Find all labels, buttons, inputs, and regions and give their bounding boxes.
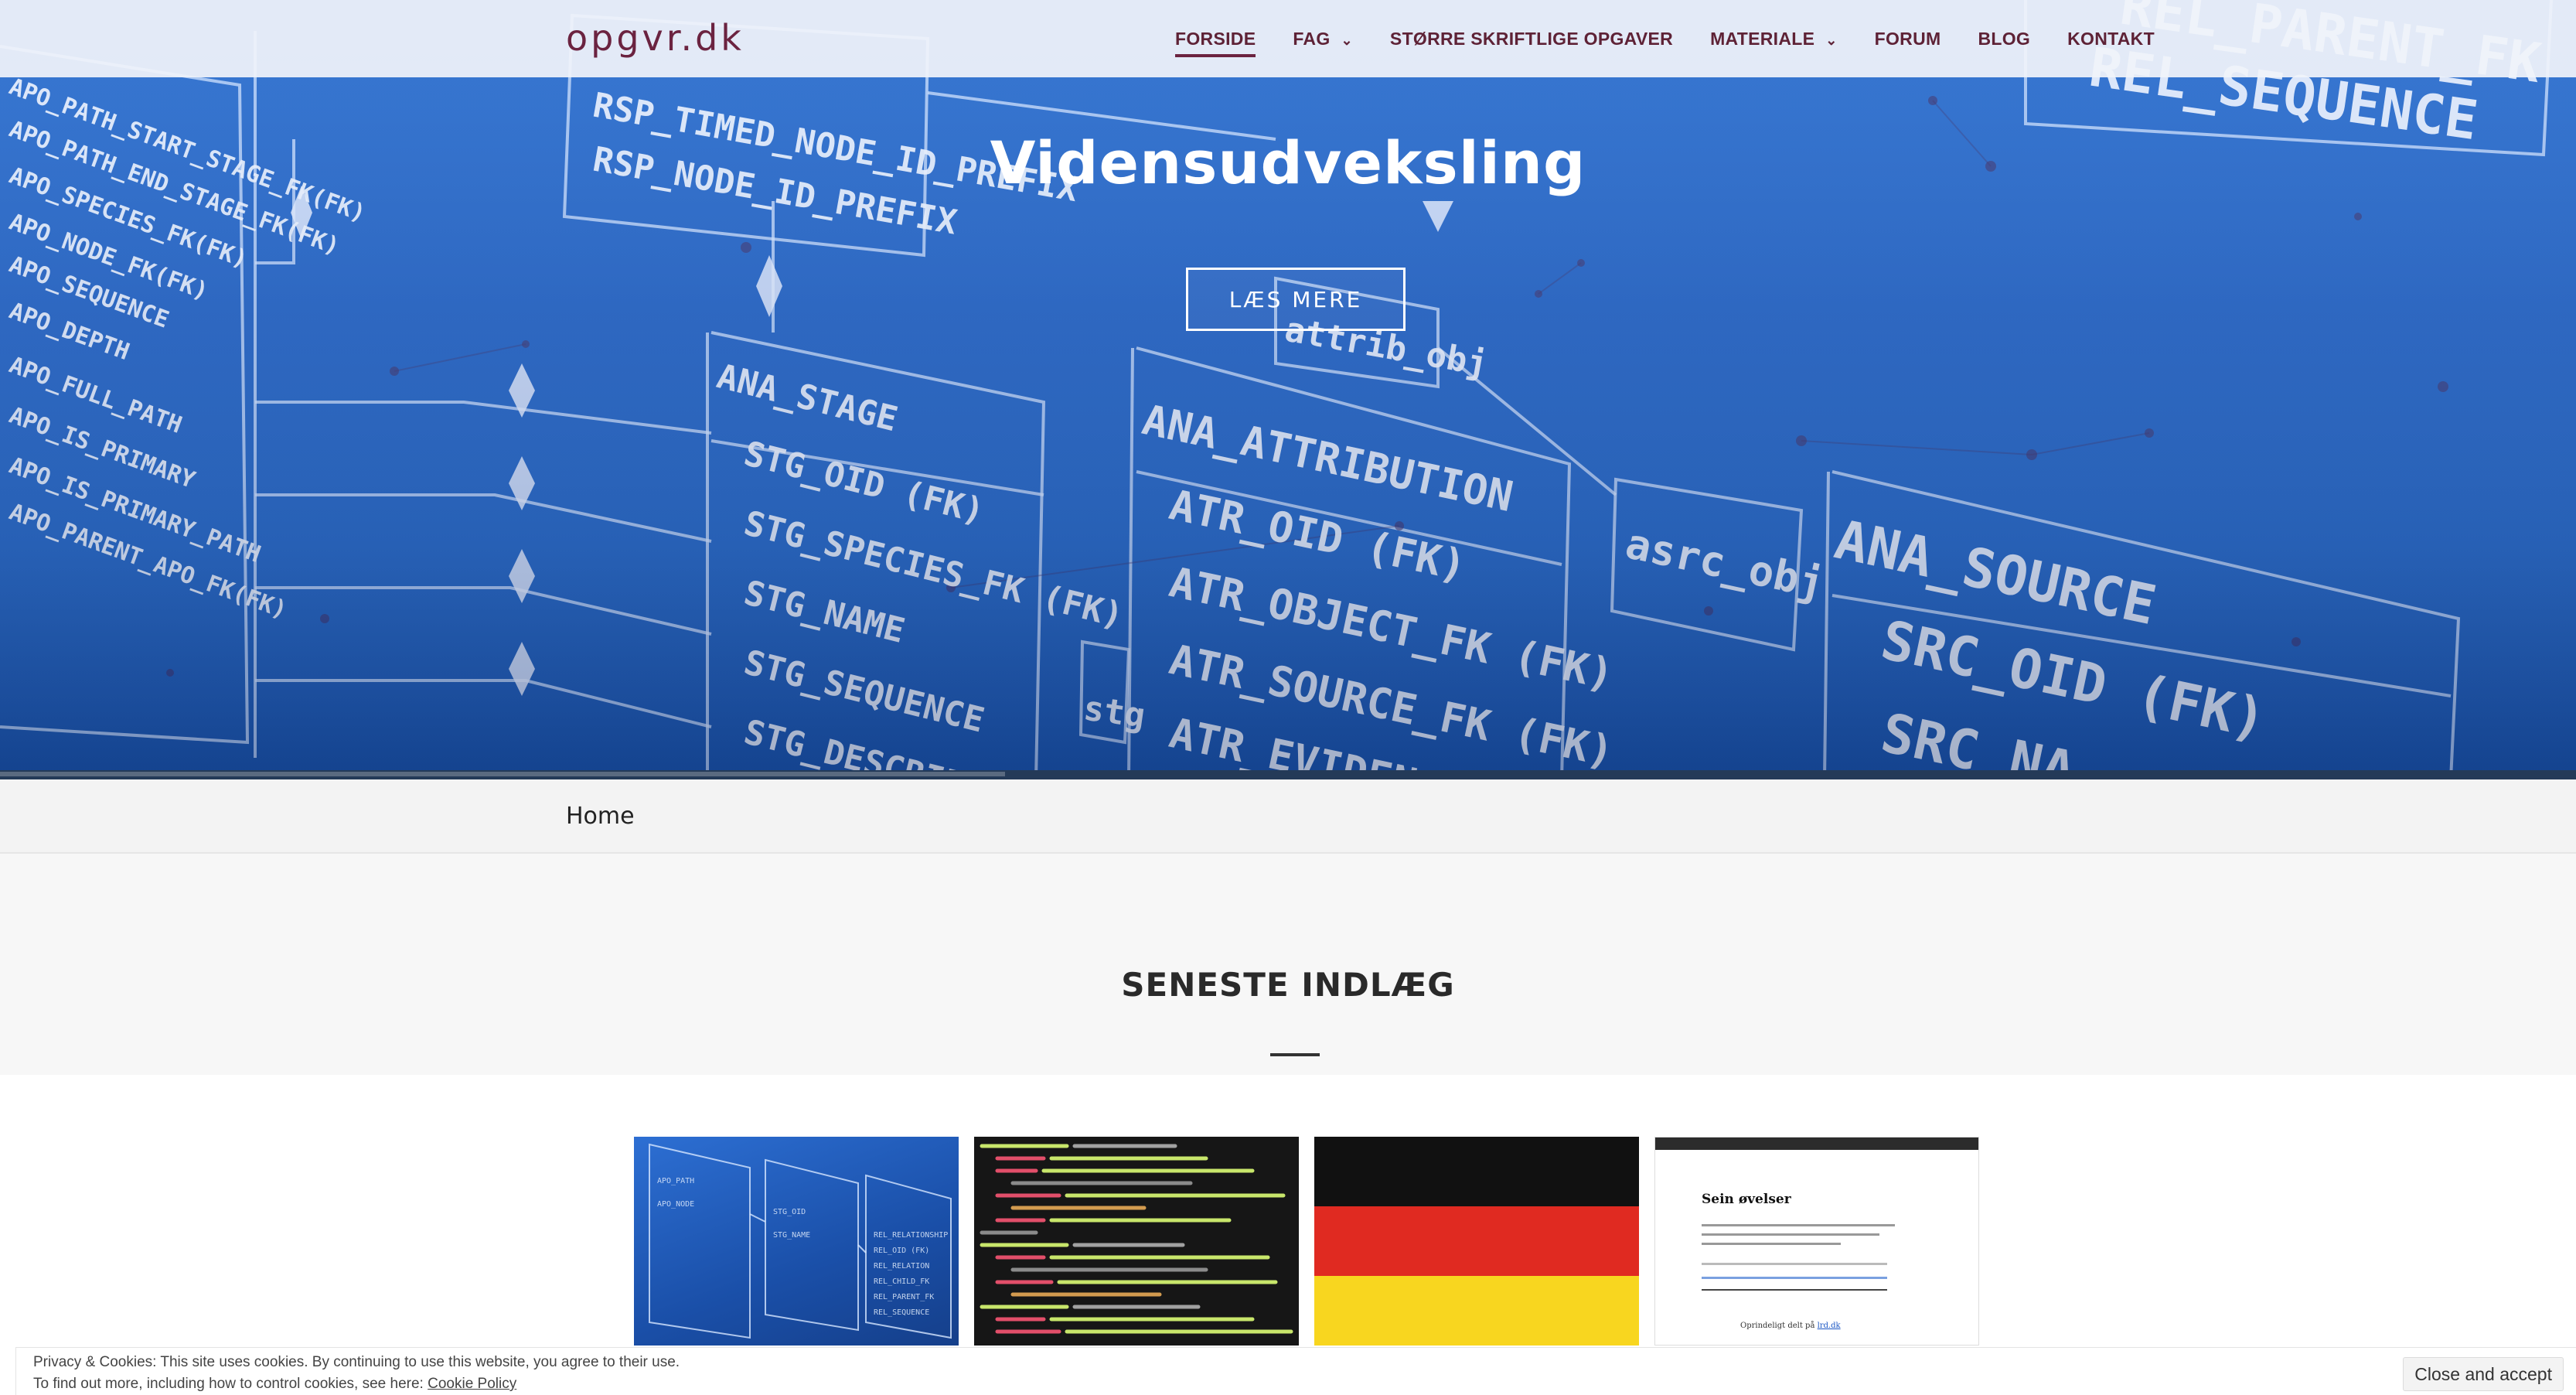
nav-item-materiale[interactable]: MATERIALE ⌄ bbox=[1710, 0, 1838, 77]
main-navigation: FORSIDE FAG ⌄ STØRRE SKRIFTLIGE OPGAVER … bbox=[1175, 0, 2192, 77]
section-divider bbox=[1270, 1053, 1320, 1056]
latest-posts-header: SENESTE INDLÆG bbox=[0, 854, 2576, 1075]
document-caption: Oprindeligt delt på lrd.dk bbox=[1740, 1322, 1841, 1330]
document-caption-link[interactable]: lrd.dk bbox=[1818, 1322, 1841, 1330]
nav-item-forum[interactable]: FORUM bbox=[1875, 0, 1941, 77]
code-screenshot-image bbox=[980, 1144, 1293, 1334]
document-toolbar bbox=[1655, 1137, 1978, 1150]
hero-title: Vidensudveksling bbox=[990, 128, 1586, 197]
svg-text:REL_PARENT_FK: REL_PARENT_FK bbox=[874, 1293, 934, 1301]
site-logo-title[interactable]: opgvr.dk bbox=[566, 17, 745, 59]
read-more-button[interactable]: LÆS MERE bbox=[1186, 268, 1406, 331]
nav-item-kontakt[interactable]: KONTAKT bbox=[2067, 0, 2155, 77]
document-text-line bbox=[1702, 1263, 1887, 1265]
hero-banner: APO_PATH_START_STAGE_FK(FK) APO_PATH_END… bbox=[0, 0, 2576, 779]
nav-item-fag[interactable]: FAG ⌄ bbox=[1293, 0, 1353, 77]
database-diagram-image: REL_RELATIONSHIP REL_OID (FK) REL_RELATIO… bbox=[649, 1143, 952, 1339]
breadcrumb-home[interactable]: Home bbox=[566, 803, 635, 830]
nav-label: MATERIALE bbox=[1710, 28, 1815, 49]
document-text-line bbox=[1702, 1224, 1895, 1226]
cookie-policy-link[interactable]: Cookie Policy bbox=[428, 1376, 516, 1392]
breadcrumb-bar: Home bbox=[0, 779, 2576, 854]
cookie-banner: Privacy & Cookies: This site uses cookie… bbox=[15, 1347, 2576, 1395]
flag-stripe-red bbox=[1314, 1206, 1639, 1276]
document-text-line bbox=[1702, 1233, 1879, 1236]
flag-stripe-black bbox=[1314, 1137, 1639, 1206]
nav-item-blog[interactable]: BLOG bbox=[1978, 0, 2030, 77]
hero-background-diagram: APO_PATH_START_STAGE_FK(FK) APO_PATH_END… bbox=[0, 0, 2576, 779]
cookie-more-info-text: To find out more, including how to contr… bbox=[33, 1376, 428, 1392]
cookie-notice-text: Privacy & Cookies: This site uses cookie… bbox=[33, 1354, 680, 1370]
document-caption-prefix: Oprindeligt delt på bbox=[1740, 1322, 1818, 1330]
svg-text:STG_NAME: STG_NAME bbox=[773, 1231, 810, 1240]
nav-label: FAG bbox=[1293, 28, 1331, 49]
svg-text:REL_RELATIONSHIP: REL_RELATIONSHIP bbox=[874, 1231, 948, 1240]
svg-text:REL_CHILD_FK: REL_CHILD_FK bbox=[874, 1277, 929, 1286]
chevron-down-icon: ⌄ bbox=[1825, 32, 1838, 48]
svg-text:REL_OID (FK): REL_OID (FK) bbox=[874, 1247, 929, 1255]
nav-label: FORUM bbox=[1874, 28, 1941, 49]
document-text-line bbox=[1702, 1289, 1887, 1291]
document-text-line bbox=[1702, 1243, 1841, 1245]
site-header: opgvr.dk FORSIDE FAG ⌄ STØRRE SKRIFTLIGE… bbox=[0, 0, 2576, 77]
post-thumb-database[interactable]: REL_RELATIONSHIP REL_OID (FK) REL_RELATIO… bbox=[634, 1137, 959, 1346]
chevron-down-icon: ⌄ bbox=[1341, 32, 1353, 48]
document-text-line bbox=[1702, 1277, 1887, 1279]
cookie-more-info: To find out more, including how to contr… bbox=[33, 1376, 516, 1393]
post-thumb-document[interactable]: Sein øvelser Oprindeligt delt på lrd.dk bbox=[1654, 1137, 1979, 1346]
svg-text:STG_OID: STG_OID bbox=[773, 1208, 806, 1216]
nav-label: KONTAKT bbox=[2067, 28, 2155, 49]
svg-text:APO_PATH: APO_PATH bbox=[657, 1177, 694, 1185]
svg-text:REL_SEQUENCE: REL_SEQUENCE bbox=[874, 1308, 929, 1317]
document-title: Sein øvelser bbox=[1702, 1192, 1791, 1207]
section-title: SENESTE INDLÆG bbox=[1121, 966, 1455, 1004]
post-thumb-german-flag[interactable] bbox=[1314, 1137, 1639, 1346]
close-and-accept-button[interactable]: Close and accept bbox=[2403, 1357, 2564, 1391]
slider-progress bbox=[0, 772, 1005, 776]
flag-stripe-gold bbox=[1314, 1275, 1639, 1346]
nav-item-stoerre-skriftlige-opgaver[interactable]: STØRRE SKRIFTLIGE OPGAVER bbox=[1390, 0, 1673, 77]
post-thumb-code[interactable] bbox=[974, 1137, 1299, 1346]
nav-label: STØRRE SKRIFTLIGE OPGAVER bbox=[1389, 28, 1674, 49]
svg-text:REL_RELATION: REL_RELATION bbox=[874, 1262, 929, 1271]
svg-text:APO_NODE: APO_NODE bbox=[657, 1200, 694, 1209]
nav-item-forside[interactable]: FORSIDE bbox=[1175, 0, 1256, 77]
nav-label: FORSIDE bbox=[1175, 29, 1256, 57]
nav-label: BLOG bbox=[1978, 28, 2031, 49]
